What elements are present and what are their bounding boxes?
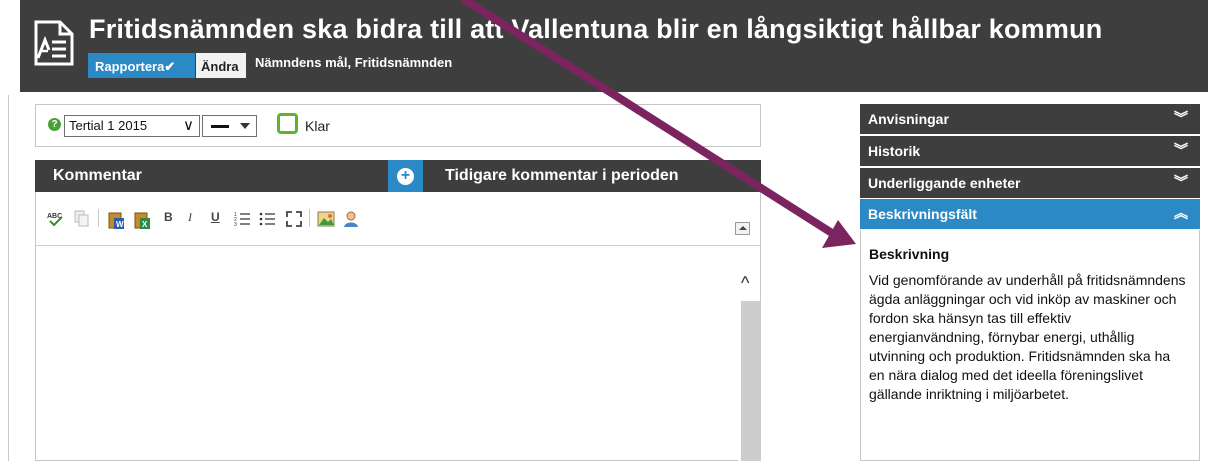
bullet-list-icon[interactable] xyxy=(259,210,277,228)
sidebar-item-description-field[interactable]: Beskrivningsfält ︽ xyxy=(860,199,1200,229)
toolbar-divider xyxy=(98,209,99,227)
scroll-track[interactable] xyxy=(741,301,761,461)
sidebar-item-label: Beskrivningsfält xyxy=(868,206,977,222)
period-select[interactable]: Tertial 1 2015 ∨ xyxy=(64,115,200,137)
chevron-down-icon: ︾ xyxy=(1174,142,1188,158)
add-comment-button[interactable]: + xyxy=(388,160,423,192)
spellcheck-icon[interactable]: ABC xyxy=(47,210,65,228)
done-label: Klar xyxy=(305,118,330,134)
comment-title: Kommentar xyxy=(53,167,142,184)
line-style-icon xyxy=(211,125,229,128)
maximize-icon[interactable] xyxy=(285,210,303,228)
report-button-label: Rapportera xyxy=(95,59,165,74)
document-icon xyxy=(34,20,74,66)
plus-icon: + xyxy=(397,168,414,185)
user-icon[interactable] xyxy=(342,210,360,228)
chevron-up-icon: ︽ xyxy=(1174,205,1188,221)
sidebar-item-label: Historik xyxy=(868,143,921,159)
period-bar: ? Tertial 1 2015 ∨ Klar xyxy=(35,104,761,147)
sidebar-item-instructions[interactable]: Anvisningar ︾ xyxy=(860,104,1200,134)
sidebar-item-label: Anvisningar xyxy=(868,111,949,127)
bold-button[interactable]: B xyxy=(164,210,173,224)
description-title: Beskrivning xyxy=(869,246,950,262)
comment-header: Kommentar + Tidigare kommentar i periode… xyxy=(35,160,761,192)
sidebar-item-label: Underliggande enheter xyxy=(868,175,1021,191)
chevron-down-icon: ︾ xyxy=(1174,174,1188,190)
breadcrumb: Nämndens mål, Fritidsnämnden xyxy=(255,55,453,70)
done-checkbox[interactable] xyxy=(277,113,298,134)
period-select-value: Tertial 1 2015 xyxy=(69,118,148,133)
collapse-toolbar-button[interactable] xyxy=(735,222,750,235)
copy-icon[interactable] xyxy=(74,210,90,228)
scroll-up-icon[interactable]: ^ xyxy=(741,273,749,294)
underline-button[interactable]: U xyxy=(211,210,220,224)
editor-toolbar: ABC W X B I U 1 2 3 xyxy=(36,192,760,246)
page-title: Fritidsnämnden ska bidra till att Vallen… xyxy=(89,14,1103,44)
comment-text-area[interactable] xyxy=(36,247,736,461)
divider xyxy=(8,95,9,461)
scrollbar[interactable]: ^ xyxy=(738,247,761,461)
report-button[interactable]: Rapportera✔ xyxy=(88,53,195,78)
sidebar-item-sub-units[interactable]: Underliggande enheter ︾ xyxy=(860,168,1200,198)
image-icon[interactable] xyxy=(317,210,335,228)
chevron-down-icon: ∨ xyxy=(183,117,194,134)
svg-text:X: X xyxy=(142,220,148,229)
description-panel: Beskrivning Vid genomförande av underhål… xyxy=(860,230,1200,461)
comment-editor: ABC W X B I U 1 2 3 ^ xyxy=(35,192,761,461)
toolbar-divider xyxy=(309,209,310,227)
previous-comment-tab[interactable]: Tidigare kommentar i perioden xyxy=(445,167,679,185)
paste-excel-icon[interactable]: X xyxy=(133,210,151,230)
numbered-list-icon[interactable]: 1 2 3 xyxy=(234,210,252,228)
chevron-down-icon: ︾ xyxy=(1174,110,1188,126)
paste-word-icon[interactable]: W xyxy=(107,210,125,230)
description-text: Vid genomförande av underhåll på fritids… xyxy=(869,272,1186,402)
status-line-select[interactable] xyxy=(202,115,257,137)
sidebar-item-history[interactable]: Historik ︾ xyxy=(860,136,1200,166)
svg-text:3: 3 xyxy=(234,222,237,228)
italic-button[interactable]: I xyxy=(188,210,192,225)
dropdown-arrow-icon xyxy=(240,123,250,129)
page-header: Fritidsnämnden ska bidra till att Vallen… xyxy=(20,0,1208,92)
check-icon: ✔ xyxy=(164,59,176,74)
page: Fritidsnämnden ska bidra till att Vallen… xyxy=(0,0,1208,461)
help-icon[interactable]: ? xyxy=(48,118,61,131)
svg-text:W: W xyxy=(116,220,124,229)
edit-button[interactable]: Ändra xyxy=(196,53,246,78)
